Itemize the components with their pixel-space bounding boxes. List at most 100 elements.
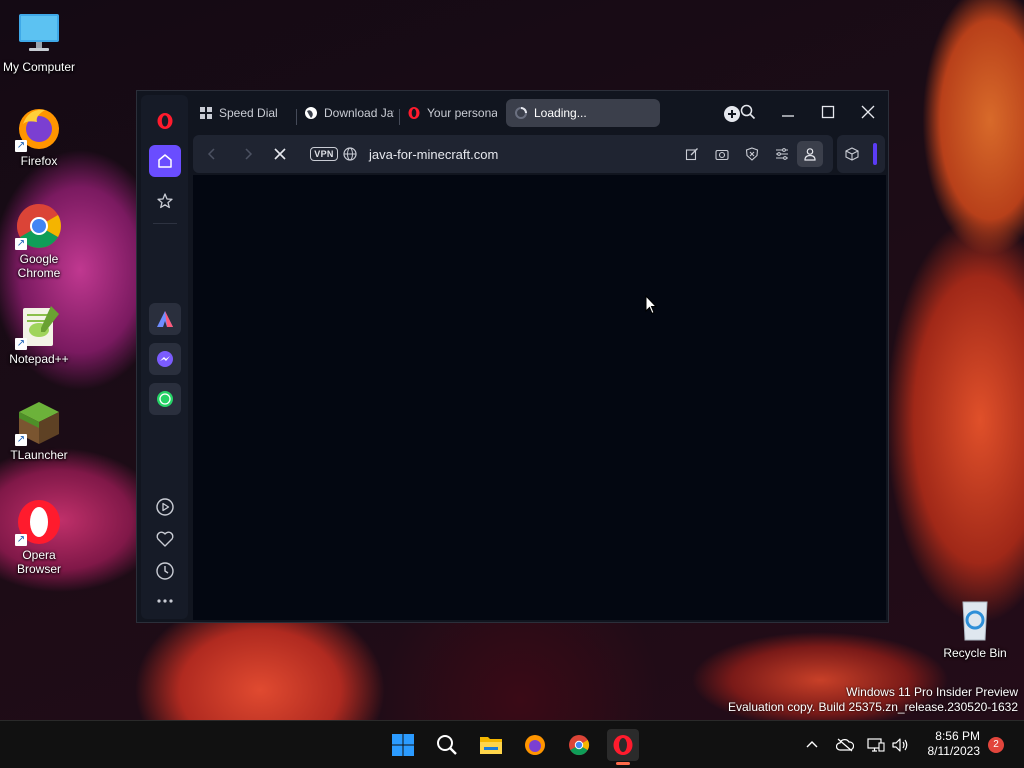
browser-sidebar (141, 95, 188, 619)
minimize-button[interactable] (775, 99, 801, 125)
speaker-icon (892, 738, 908, 752)
back-button[interactable] (199, 135, 225, 173)
minimize-icon (782, 115, 794, 117)
chevron-left-icon (207, 148, 215, 160)
clock-date: 8/11/2023 (927, 744, 981, 758)
sidebar-bookmarks-button[interactable] (149, 185, 181, 217)
sidebar-aria-button[interactable] (149, 303, 181, 335)
vpn-button[interactable]: VPN (309, 135, 339, 173)
taskbar-file-explorer[interactable] (475, 729, 507, 761)
mouse-cursor-icon (645, 295, 657, 315)
sidebar-home-button[interactable] (149, 145, 181, 177)
desktop-icon-opera[interactable]: ↗ Opera Browser (0, 498, 78, 576)
desktop-icon-chrome[interactable]: ↗ Google Chrome (0, 202, 78, 280)
tab-download-java[interactable]: Download Jav (304, 99, 394, 127)
sidebar-history-button[interactable] (149, 555, 181, 587)
desktop-icon-notepadpp[interactable]: ↗ Notepad++ (0, 302, 78, 366)
site-info-button[interactable] (341, 135, 359, 173)
tab-label: Speed Dial (219, 106, 278, 120)
sidebar-whatsapp-button[interactable] (149, 383, 181, 415)
desktop-icon-recycle-bin[interactable]: Recycle Bin (936, 596, 1014, 660)
download-progress-indicator (873, 143, 877, 165)
desktop-icon-label: Recycle Bin (943, 646, 1007, 660)
taskbar-opera[interactable] (607, 729, 639, 765)
opera-icon (408, 107, 420, 119)
home-icon (158, 154, 172, 168)
maximize-icon (821, 105, 835, 119)
tlauncher-icon: ↗ (15, 398, 63, 446)
windows-logo-icon (392, 734, 414, 756)
camera-icon (715, 149, 729, 161)
stop-loading-button[interactable] (267, 135, 293, 173)
taskbar-chrome[interactable] (563, 729, 595, 761)
desktop-icon-tlauncher[interactable]: ↗ TLauncher (0, 398, 78, 462)
url-text: java-for-minecraft.com (369, 146, 499, 162)
tab-speed-dial[interactable]: Speed Dial (199, 99, 285, 127)
more-dots-icon (157, 599, 173, 603)
globe-icon (305, 107, 317, 119)
sidebar-divider (153, 223, 177, 224)
tab-loading[interactable]: Loading... (506, 99, 660, 127)
maximize-button[interactable] (815, 99, 841, 125)
forward-button[interactable] (235, 135, 261, 173)
taskbar-firefox[interactable] (519, 729, 551, 761)
tray-volume-button[interactable] (888, 729, 912, 761)
tab-your-personal[interactable]: Your personal (407, 99, 497, 127)
address-bar: VPN java-for-minecraft.com (193, 135, 833, 173)
taskbar-clock[interactable]: 8:56 PM 8/11/2023 (928, 729, 981, 759)
tab-search-button[interactable] (735, 99, 761, 125)
adblocker-button[interactable] (739, 135, 765, 173)
heart-icon (156, 531, 174, 547)
sidebar-player-button[interactable] (149, 491, 181, 523)
opera-icon: ↗ (15, 498, 63, 546)
start-button[interactable] (387, 729, 419, 761)
url-field[interactable]: java-for-minecraft.com (369, 135, 669, 173)
page-content-area[interactable] (193, 175, 886, 620)
tray-network-button[interactable] (864, 729, 888, 761)
spinner-icon (515, 107, 527, 119)
opera-menu-button[interactable] (149, 105, 181, 137)
desktop-icon-my-computer[interactable]: My Computer (0, 10, 78, 74)
shortcut-arrow-icon: ↗ (15, 140, 27, 152)
cloud-offline-icon (836, 738, 854, 752)
snapshot-edit-button[interactable] (679, 135, 705, 173)
chrome-icon: ↗ (15, 202, 63, 250)
close-button[interactable] (855, 99, 881, 125)
notification-badge[interactable]: 2 (988, 737, 1004, 753)
sidebar-favorites-button[interactable] (149, 523, 181, 555)
edit-icon (685, 148, 698, 161)
cube-icon (845, 147, 859, 161)
firefox-icon (525, 735, 545, 755)
messenger-icon (157, 351, 173, 367)
clock-icon (156, 562, 174, 580)
tab-label: Download Jav (324, 106, 394, 120)
folder-icon (480, 737, 502, 754)
close-icon (274, 148, 286, 160)
shortcut-arrow-icon: ↗ (15, 434, 27, 446)
snapshot-button[interactable] (709, 135, 735, 173)
firefox-icon: ↗ (15, 104, 63, 152)
aria-icon (157, 311, 173, 327)
opera-browser-window: Speed Dial Download Jav Your personal Lo… (136, 90, 889, 623)
sidebar-more-button[interactable] (149, 585, 181, 617)
recycle-bin-icon (951, 596, 999, 644)
desktop-icon-label: Notepad++ (9, 352, 69, 366)
easy-setup-button[interactable] (769, 135, 795, 173)
speed-dial-icon (200, 107, 212, 119)
clock-time: 8:56 PM (935, 729, 980, 743)
notepadpp-icon: ↗ (15, 302, 63, 350)
active-app-indicator (616, 762, 630, 765)
tray-onedrive-button[interactable] (832, 729, 858, 761)
tray-overflow-button[interactable] (800, 729, 824, 761)
star-icon (157, 193, 173, 209)
sidebar-messenger-button[interactable] (149, 343, 181, 375)
desktop-icon-firefox[interactable]: ↗ Firefox (0, 104, 78, 168)
globe-icon (343, 147, 357, 161)
tab-label: Loading... (534, 106, 587, 120)
whatsapp-icon (157, 391, 173, 407)
chevron-right-icon (245, 148, 253, 160)
extensions-button[interactable] (839, 135, 865, 173)
taskbar-search-button[interactable] (431, 729, 463, 761)
profile-button[interactable] (797, 141, 823, 167)
network-icon (867, 738, 885, 752)
